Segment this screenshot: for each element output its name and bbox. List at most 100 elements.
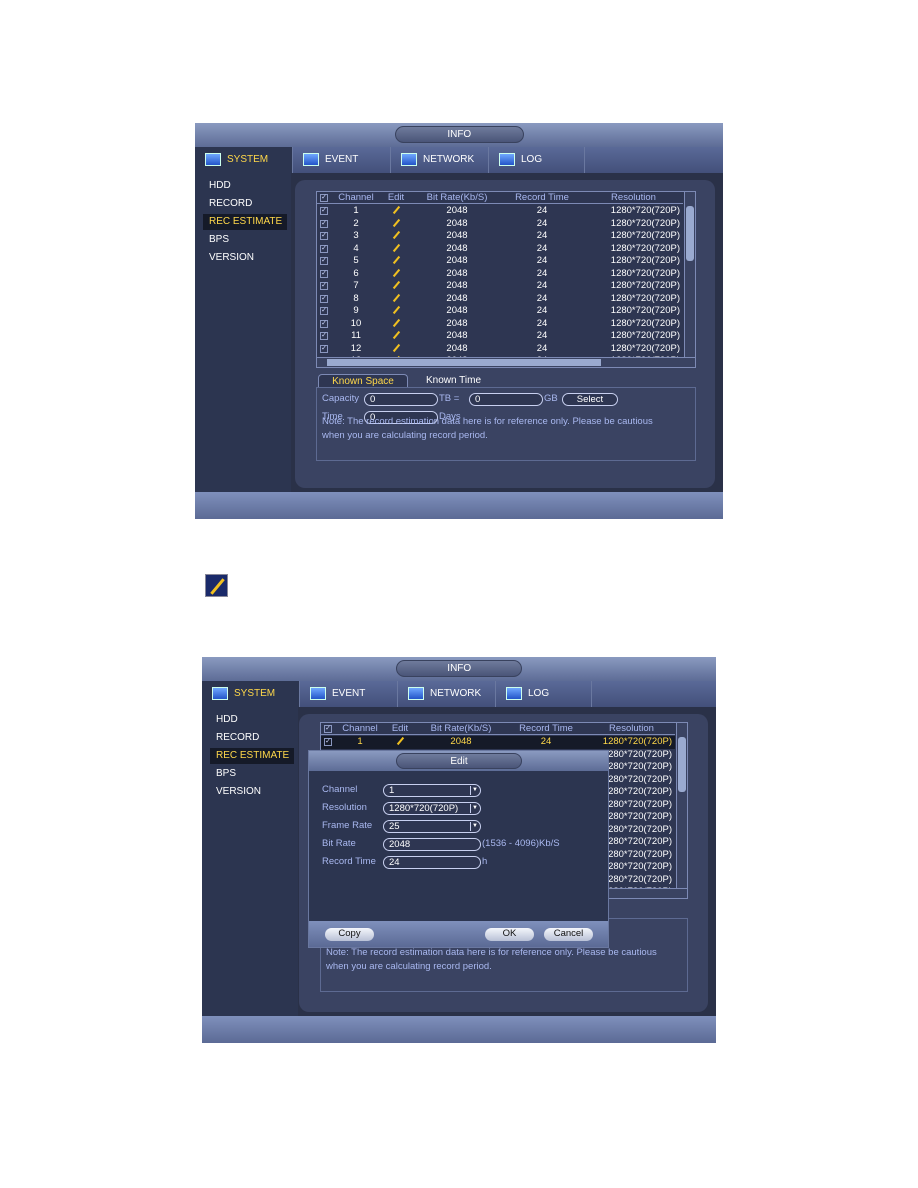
sidebar-item-bps[interactable]: BPS [209,232,229,248]
edit-button[interactable] [383,293,409,305]
pencil-icon [392,306,400,315]
table-row[interactable]: ✓ 1 2048 24 1280*720(720P) [321,736,675,749]
edit-button[interactable] [383,230,409,242]
table-row[interactable]: ✓ 2 2048 24 1280*720(720P) [317,218,683,231]
vertical-scrollbar[interactable] [676,723,687,888]
row-checkbox[interactable]: ✓ [320,332,328,340]
resolution-cell: 1280*720(720P) [610,342,680,354]
sidebar-item-hdd[interactable]: HDD [216,712,238,728]
channel-cell: 9 [353,305,359,316]
row-checkbox[interactable]: ✓ [320,294,328,303]
pencil-icon [392,293,400,303]
bit-rate-input[interactable]: 2048 [383,838,481,851]
table-row[interactable]: ✓ 8 2048 24 1280*720(720P) [317,293,683,306]
select-button[interactable]: Select [562,393,618,406]
row-checkbox[interactable]: ✓ [320,269,328,278]
tab-event[interactable]: EVENT [300,681,398,707]
table-row[interactable]: ✓ 1 2048 24 1280*720(720P) [317,205,683,218]
edit-button[interactable] [383,343,409,355]
edit-button[interactable] [387,736,413,748]
bit-rate-label: Bit Rate [322,838,356,849]
sidebar-item-record[interactable]: RECORD [216,730,259,746]
row-checkbox[interactable]: ✓ [324,738,332,746]
scroll-thumb[interactable] [327,359,601,366]
tab-system[interactable]: SYSTEM [202,681,300,707]
row-checkbox[interactable]: ✓ [320,232,328,240]
record-time-cell: 24 [536,342,548,354]
chevron-down-icon: ▼ [470,822,479,831]
table-row[interactable]: ✓ 3 2048 24 1280*720(720P) [317,230,683,243]
sidebar-item-rec-estimate[interactable]: REC ESTIMATE [203,214,287,230]
table-row[interactable]: ✓ 10 2048 24 1280*720(720P) [317,318,683,331]
channel-cell: 11 [351,330,361,341]
table-row[interactable]: ✓ 5 2048 24 1280*720(720P) [317,255,683,268]
row-checkbox[interactable]: ✓ [320,344,328,353]
main-tabs: SYSTEM EVENT NETWORK LOG [195,147,723,173]
frame-rate-select[interactable]: 25 ▼ [383,820,481,833]
edit-button[interactable] [383,218,409,230]
subtab-known-space[interactable]: Known Space [318,374,408,387]
row-checkbox[interactable]: ✓ [320,207,328,215]
row-checkbox[interactable]: ✓ [320,257,328,265]
table-row[interactable]: ✓ 9 2048 24 1280*720(720P) [317,305,683,318]
bitrate-cell: 2048 [446,242,468,254]
select-all-checkbox[interactable]: ✓ [324,725,332,733]
cancel-button[interactable]: Cancel [544,928,593,941]
sidebar-item-hdd[interactable]: HDD [209,178,231,194]
tab-log[interactable]: LOG [489,147,585,173]
sidebar-item-version[interactable]: VERSION [209,250,254,266]
tab-system[interactable]: SYSTEM [195,147,293,173]
resolution-select[interactable]: 1280*720(720P) ▼ [383,802,481,815]
record-time-input[interactable]: 24 [383,856,481,869]
column-header-edit: Edit [387,192,405,203]
resolution-cell: 1280*720(720P) [602,736,672,747]
ok-button[interactable]: OK [485,928,534,941]
tab-event[interactable]: EVENT [293,147,391,173]
edit-button[interactable] [383,318,409,330]
row-checkbox[interactable]: ✓ [320,282,328,290]
row-checkbox[interactable]: ✓ [320,319,328,328]
scroll-thumb[interactable] [686,206,694,261]
channel-cell: 7 [353,280,359,291]
sidebar-item-rec-estimate[interactable]: REC ESTIMATE [210,748,294,764]
tab-log[interactable]: LOG [496,681,592,707]
edit-button[interactable] [383,280,409,292]
channel-select[interactable]: 1 ▼ [383,784,481,797]
edit-pencil-icon [205,574,228,597]
resolution-cell: 1280*720(720P) [610,305,680,316]
copy-button[interactable]: Copy [325,928,374,941]
bit-rate-unit: (1536 - 4096)Kb/S [482,838,560,849]
edit-button[interactable] [383,268,409,280]
vertical-scrollbar[interactable] [684,192,695,357]
bitrate-cell: 2048 [446,330,468,341]
edit-button[interactable] [383,243,409,255]
table-row[interactable]: ✓ 4 2048 24 1280*720(720P) [317,243,683,256]
tab-network[interactable]: NETWORK [391,147,489,173]
row-checkbox[interactable]: ✓ [320,219,328,228]
horizontal-scrollbar[interactable] [317,357,695,367]
select-all-checkbox[interactable]: ✓ [320,194,328,202]
row-checkbox[interactable]: ✓ [320,244,328,253]
edit-button[interactable] [383,330,409,342]
row-checkbox[interactable]: ✓ [320,307,328,315]
pencil-icon [392,243,400,253]
table-row[interactable]: ✓ 6 2048 24 1280*720(720P) [317,268,683,281]
table-row[interactable]: ✓ 7 2048 24 1280*720(720P) [317,280,683,293]
edit-button[interactable] [383,205,409,217]
record-time-cell: 24 [536,205,548,216]
bitrate-cell: 2048 [446,230,468,241]
capacity-gb-input[interactable]: 0 [469,393,543,406]
tab-network[interactable]: NETWORK [398,681,496,707]
column-header-record_time: Record Time [515,192,569,203]
sidebar-item-record[interactable]: RECORD [209,196,252,212]
capacity-tb-input[interactable]: 0 [364,393,438,406]
edit-button[interactable] [383,255,409,267]
subtab-known-time[interactable]: Known Time [426,374,481,387]
scroll-thumb[interactable] [678,737,686,792]
sidebar-item-version[interactable]: VERSION [216,784,261,800]
sidebar-item-bps[interactable]: BPS [216,766,236,782]
edit-button[interactable] [383,305,409,317]
table-row[interactable]: ✓ 11 2048 24 1280*720(720P) [317,330,683,343]
channel-cell: 1 [357,736,363,747]
table-row[interactable]: ✓ 12 2048 24 1280*720(720P) [317,343,683,356]
